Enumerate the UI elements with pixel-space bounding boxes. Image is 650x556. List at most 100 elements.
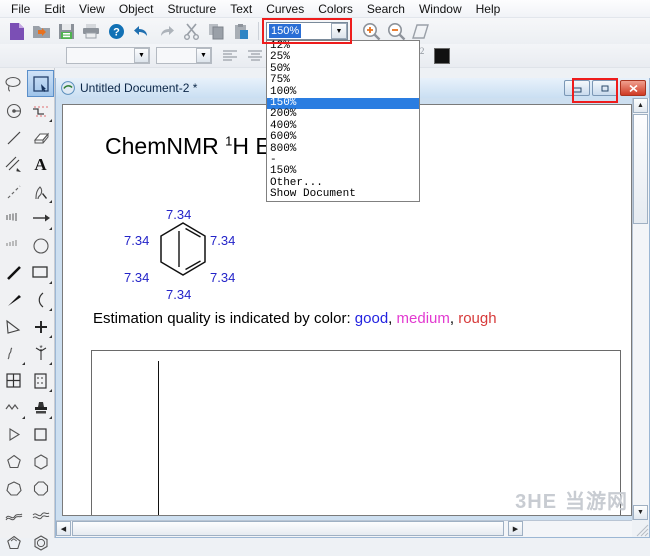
vertical-scroll-thumb[interactable] <box>633 114 648 224</box>
menu-item-help[interactable]: Help <box>469 0 508 18</box>
cyclohexane-tool[interactable] <box>27 448 54 475</box>
atom-marker-tool[interactable]: * <box>27 340 54 367</box>
print-icon[interactable] <box>79 20 103 42</box>
pen-tool[interactable] <box>27 178 54 205</box>
copy-icon[interactable] <box>204 20 228 42</box>
chevron-down-icon[interactable]: ▼ <box>196 48 211 63</box>
lasso-select-tool[interactable] <box>0 70 27 97</box>
arrow-tool[interactable] <box>27 205 54 232</box>
eraser-tool[interactable] <box>27 124 54 151</box>
bold-bond-tool[interactable] <box>0 259 27 286</box>
minimize-button[interactable] <box>564 80 590 96</box>
scrollbar-corner-grip <box>632 520 649 537</box>
hashed-bond-tool[interactable] <box>0 205 27 232</box>
zoom-out-icon[interactable] <box>384 20 408 42</box>
quality-separator-2: , <box>449 310 459 327</box>
horizontal-scrollbar[interactable]: ◀ ▶ <box>56 520 632 537</box>
horizontal-scroll-thumb[interactable] <box>72 521 504 536</box>
zoom-option-75[interactable]: 75% <box>267 74 419 86</box>
color-swatch-button[interactable] <box>430 45 454 67</box>
quality-rough-label: rough <box>458 310 497 327</box>
heading-prefix: ChemNMR <box>105 133 226 159</box>
close-button[interactable] <box>620 80 646 96</box>
menu-item-curves[interactable]: Curves <box>259 0 311 18</box>
window-controls <box>562 80 649 96</box>
redo-icon[interactable] <box>154 20 178 42</box>
menu-item-edit[interactable]: Edit <box>37 0 72 18</box>
orbital-circle-tool[interactable] <box>27 232 54 259</box>
site-watermark: 3HE 当游网 <box>515 485 628 514</box>
zoom-option-show-document[interactable]: Show Document <box>267 188 419 200</box>
page-heading: ChemNMR 1H E <box>105 133 271 160</box>
zoom-level-combobox[interactable]: 150% ▼ <box>266 22 348 40</box>
squiggle-bond-tool[interactable] <box>0 340 27 367</box>
zoom-option-800[interactable]: 800% <box>267 143 419 155</box>
vertical-scrollbar[interactable]: ▲ ▼ <box>632 98 649 520</box>
menu-item-file[interactable]: File <box>4 0 37 18</box>
rotate-tool[interactable] <box>0 97 27 124</box>
new-document-icon[interactable] <box>4 20 28 42</box>
ribbon-tool[interactable] <box>0 502 27 529</box>
menu-bar: File Edit View Object Structure Text Cur… <box>0 0 650 18</box>
current-color-swatch <box>434 47 450 64</box>
shift-label-upper-left: 7.34 <box>124 233 150 248</box>
cycloheptane-tool[interactable] <box>0 475 27 502</box>
font-family-combo[interactable]: ▼ <box>66 47 150 64</box>
paste-icon[interactable] <box>229 20 253 42</box>
cut-icon[interactable] <box>179 20 203 42</box>
chain-zigzag-tool[interactable] <box>0 394 27 421</box>
multiple-bond-tool[interactable] <box>0 151 27 178</box>
align-center-icon[interactable] <box>243 45 267 67</box>
square-tool[interactable] <box>27 421 54 448</box>
hollow-wedge-tool[interactable] <box>0 313 27 340</box>
watermark-latin: 3HE <box>515 491 558 513</box>
benzene-structure[interactable]: 7.34 7.34 7.34 7.34 7.34 7.34 <box>118 201 248 302</box>
font-size-combo[interactable]: ▼ <box>156 47 212 64</box>
solid-bond-tool[interactable] <box>0 124 27 151</box>
chevron-down-icon[interactable]: ▼ <box>331 23 347 39</box>
scroll-up-button[interactable]: ▲ <box>633 98 648 113</box>
align-left-icon[interactable] <box>218 45 242 67</box>
menu-item-window[interactable]: Window <box>412 0 469 18</box>
chain-tool[interactable] <box>27 97 54 124</box>
cyclopentane-tool[interactable] <box>0 448 27 475</box>
stamp-tool[interactable] <box>27 394 54 421</box>
rectangle-tool[interactable] <box>27 259 54 286</box>
benzene-tool[interactable] <box>27 529 54 556</box>
zoom-in-icon[interactable] <box>359 20 383 42</box>
bracket-tool[interactable] <box>27 286 54 313</box>
cyclooctane-tool[interactable] <box>27 475 54 502</box>
tool-palette: A * <box>0 68 55 551</box>
hashed-wedge-tool[interactable] <box>0 232 27 259</box>
wedge-bond-tool[interactable] <box>0 286 27 313</box>
restore-button[interactable] <box>592 80 618 96</box>
menu-item-object[interactable]: Object <box>112 0 161 18</box>
undo-icon[interactable] <box>129 20 153 42</box>
ribbon-chair-tool[interactable] <box>27 502 54 529</box>
chevron-down-icon[interactable]: ▼ <box>134 48 149 63</box>
cyclopentadiene-tool[interactable] <box>0 529 27 556</box>
tlc-plate-tool[interactable] <box>27 367 54 394</box>
open-folder-icon[interactable] <box>29 20 53 42</box>
table-tool[interactable] <box>0 367 27 394</box>
scroll-down-button[interactable]: ▼ <box>633 505 648 520</box>
menu-item-search[interactable]: Search <box>360 0 412 18</box>
plus-tool[interactable] <box>27 313 54 340</box>
menu-item-text[interactable]: Text <box>223 0 259 18</box>
menu-item-structure[interactable]: Structure <box>161 0 224 18</box>
text-tool[interactable]: A <box>27 151 54 178</box>
diamond-shape-icon[interactable] <box>409 20 433 42</box>
zoom-option-600[interactable]: 600% <box>267 131 419 143</box>
zoom-level-dropdown-list[interactable]: 12% 25% 50% 75% 100% 150% 200% 400% 600%… <box>266 40 420 202</box>
marquee-select-tool[interactable] <box>27 70 54 97</box>
svg-text:*: * <box>39 345 42 353</box>
scroll-left-button[interactable]: ◀ <box>56 521 71 536</box>
save-icon[interactable] <box>54 20 78 42</box>
menu-item-colors[interactable]: Colors <box>311 0 360 18</box>
triangle-tool[interactable] <box>0 421 27 448</box>
menu-item-view[interactable]: View <box>72 0 112 18</box>
scroll-right-button[interactable]: ▶ <box>508 521 523 536</box>
dashed-bond-tool[interactable] <box>0 178 27 205</box>
help-icon[interactable]: ? <box>104 20 128 42</box>
document-window-title: Untitled Document-2 * <box>80 81 198 95</box>
